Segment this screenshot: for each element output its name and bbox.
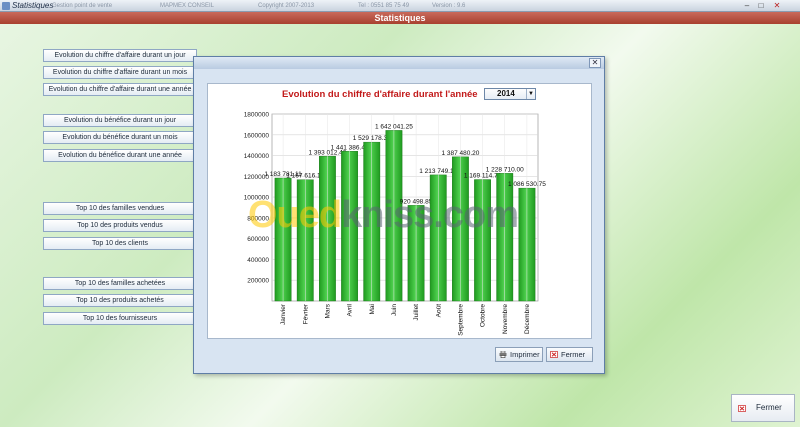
app-icon (2, 2, 10, 10)
menu-ca-jour-button[interactable]: Evolution du chiffre d'affaire durant un… (43, 49, 197, 62)
app-meta-1: Gestion point de vente (52, 3, 113, 9)
close-icon[interactable]: ✕ (772, 1, 782, 11)
x-tick-label: Mai (369, 304, 376, 314)
y-tick-label: 1400000 (244, 153, 270, 160)
fermer-button-label: Fermer (756, 403, 782, 412)
close-button-label: Fermer (561, 350, 586, 359)
chart-window-titlebar: ✕ (194, 57, 604, 69)
app-title-bar: Statistiques Gestion point de vente MAPM… (0, 0, 800, 12)
y-tick-label: 1800000 (244, 112, 270, 119)
page-heading: Statistiques (0, 12, 800, 24)
menu-benef-jour-button[interactable]: Evolution du bénéfice durant un jour (43, 114, 197, 127)
x-tick-label: Octobre (480, 304, 487, 328)
y-tick-label: 400000 (247, 257, 269, 264)
menu-benef-mois-button[interactable]: Evolution du bénéfice durant un mois (43, 131, 197, 144)
watermark-part-3: .com (433, 194, 519, 236)
app-meta-3: Copyright 2007-2013 (258, 3, 315, 9)
fermer-button[interactable]: Fermer (731, 394, 795, 422)
chart-window-close-icon[interactable]: ✕ (589, 58, 601, 68)
close-button[interactable]: Fermer (546, 347, 593, 362)
menu-benef-annee-button[interactable]: Evolution du bénéfice durant une année (43, 149, 197, 162)
app-meta-5: Version : 9.6 (432, 3, 466, 9)
x-tick-label: Mars (324, 303, 331, 318)
menu-ca-annee-button[interactable]: Evolution du chiffre d'affaire durant un… (43, 83, 197, 96)
menu-top-clients-button[interactable]: Top 10 des clients (43, 237, 197, 250)
menu-top-produits-vendus-button[interactable]: Top 10 des produits vendus (43, 219, 197, 232)
data-label: 1 387 480.20 (441, 150, 479, 157)
x-tick-label: Décembre (524, 304, 531, 334)
x-tick-label: Juin (391, 304, 398, 316)
year-select[interactable]: 2014 ▼ (484, 88, 536, 100)
watermark-part-1: Oued (248, 194, 342, 236)
menu-ca-mois-button[interactable]: Evolution du chiffre d'affaire durant un… (43, 66, 197, 79)
data-label: 1 086 530.75 (508, 181, 546, 188)
data-label: 1 169 114.70 (464, 173, 502, 180)
app-title: Statistiques (12, 1, 54, 10)
year-select-value: 2014 (497, 89, 515, 98)
close-x-icon (550, 351, 558, 358)
menu-top-produits-achetes-button[interactable]: Top 10 des produits achetés (43, 294, 197, 307)
y-tick-label: 1600000 (244, 132, 270, 139)
app-meta-2: MAPMEX CONSEIL (160, 3, 215, 9)
print-button[interactable]: Imprimer (495, 347, 543, 362)
data-label: 1 213 749.15 (419, 168, 457, 175)
data-label: 1 529 178.30 (353, 135, 391, 142)
minimize-icon[interactable]: – (742, 1, 752, 11)
menu-top-familles-vendues-button[interactable]: Top 10 des familles vendues (43, 202, 197, 215)
printer-icon (499, 351, 507, 358)
data-label: 1 642 041.25 (375, 123, 413, 130)
menu-top-fournisseurs-button[interactable]: Top 10 des fournisseurs (43, 312, 197, 325)
x-tick-label: Juillet (413, 304, 420, 321)
y-tick-label: 600000 (247, 236, 269, 243)
chart-title: Evolution du chiffre d'affaire durant l'… (282, 89, 478, 100)
x-tick-label: Novembre (502, 304, 509, 334)
print-button-label: Imprimer (510, 350, 540, 359)
y-tick-label: 200000 (247, 278, 269, 285)
data-label: 1 228 710.00 (486, 166, 524, 173)
maximize-icon[interactable]: □ (756, 1, 766, 11)
x-tick-label: Janvier (280, 303, 287, 325)
close-x-icon (738, 405, 746, 412)
x-tick-label: Février (302, 303, 309, 324)
watermark-logo: Ouedkniss.com (248, 194, 519, 237)
chevron-down-icon: ▼ (526, 89, 535, 99)
x-tick-label: Septembre (457, 304, 464, 336)
x-tick-label: Avril (347, 303, 354, 316)
data-label: 1 167 616.10 (286, 173, 324, 180)
menu-top-familles-achetees-button[interactable]: Top 10 des familles achetées (43, 277, 197, 290)
x-tick-label: Août (435, 304, 442, 318)
watermark-part-2: kniss (341, 194, 434, 236)
data-label: 1 441 386.41 (331, 144, 369, 151)
app-meta-4: Tel : 0551 85 75 49 (358, 3, 410, 9)
